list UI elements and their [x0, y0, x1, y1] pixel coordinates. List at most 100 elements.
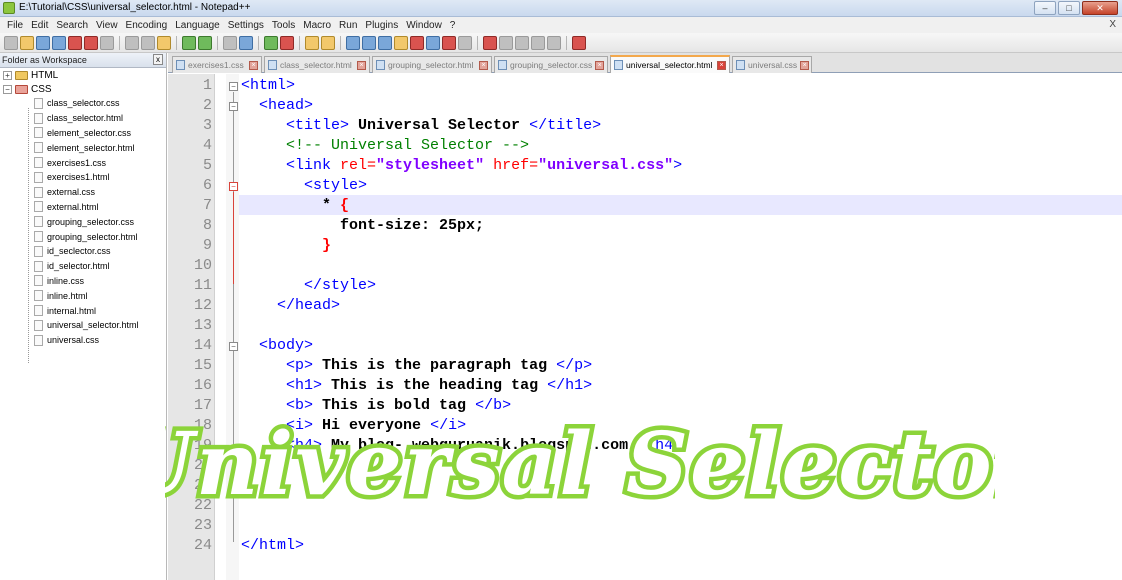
close-tab-icon[interactable]: × [249, 60, 258, 70]
find-icon[interactable] [223, 35, 237, 50]
code-comment: <!-- Universal Selector --> [286, 137, 530, 154]
tab-class-selector-html[interactable]: class_selector.html × [264, 56, 370, 73]
toolbar [0, 33, 1122, 53]
close-tab-icon[interactable]: × [800, 60, 810, 70]
tree-file[interactable]: class_selector.css [0, 96, 166, 111]
tree-file[interactable]: element_selector.css [0, 126, 166, 141]
toolbar-separator [217, 35, 218, 50]
menu-bar: File Edit Search View Encoding Language … [0, 17, 1122, 33]
menu-edit[interactable]: Edit [27, 20, 52, 31]
save-macro-icon[interactable] [547, 35, 561, 50]
line-number: 15 [193, 357, 212, 374]
menu-macro[interactable]: Macro [299, 20, 335, 31]
print-icon[interactable] [100, 35, 114, 50]
function-list-icon[interactable] [426, 35, 440, 50]
cut-icon[interactable] [125, 35, 139, 50]
indent-guide-icon[interactable] [378, 35, 392, 50]
tab-universal-selector-html[interactable]: universal_selector.html × [610, 55, 730, 73]
tree-file[interactable]: universal.css [0, 333, 166, 348]
zoom-in-icon[interactable] [264, 35, 278, 50]
menu-window[interactable]: Window [402, 20, 446, 31]
tree-file[interactable]: grouping_selector.html [0, 229, 166, 244]
menu-run[interactable]: Run [335, 20, 361, 31]
tree-file[interactable]: inline.css [0, 274, 166, 289]
tree-file[interactable]: exercises1.css [0, 155, 166, 170]
tab-exercises1-css[interactable]: exercises1.css × [172, 56, 262, 73]
tab-label: universal_selector.html [626, 60, 713, 70]
new-file-icon[interactable] [4, 35, 18, 50]
udl-icon[interactable] [394, 35, 408, 50]
fold-toggle-icon[interactable]: − [229, 102, 238, 111]
replace-icon[interactable] [239, 35, 253, 50]
close-tab-icon[interactable]: × [595, 60, 605, 70]
menu-settings[interactable]: Settings [224, 20, 268, 31]
fold-toggle-icon[interactable]: − [229, 82, 238, 91]
expand-icon[interactable]: + [3, 70, 12, 80]
document-map-icon[interactable] [410, 35, 424, 50]
fold-toggle-icon[interactable]: − [229, 182, 238, 191]
collapse-icon[interactable]: − [3, 84, 12, 94]
close-file-icon[interactable] [68, 35, 82, 50]
toolbar-separator [176, 35, 177, 50]
tree-file[interactable]: class_selector.html [0, 111, 166, 126]
tab-grouping-selector-html[interactable]: grouping_selector.html × [372, 56, 492, 73]
tree-file[interactable]: element_selector.html [0, 140, 166, 155]
close-tab-icon[interactable]: × [717, 60, 726, 70]
sync-horizontal-icon[interactable] [321, 35, 335, 50]
menu-language[interactable]: Language [171, 20, 224, 31]
tab-grouping-selector-css[interactable]: grouping_selector.css × [494, 56, 608, 73]
tree-folder-css[interactable]: − CSS [0, 82, 166, 96]
line-number: 9 [202, 237, 212, 254]
stop-macro-icon[interactable] [499, 35, 513, 50]
monitoring-icon[interactable] [458, 35, 472, 50]
undo-icon[interactable] [182, 35, 196, 50]
file-name: id_seclector.css [47, 246, 111, 257]
minimize-button[interactable]: – [1034, 1, 1056, 15]
tab-universal-css[interactable]: universal.css × [732, 56, 812, 73]
close-panel-icon[interactable]: x [153, 54, 163, 65]
code-token: <h1> [286, 377, 323, 394]
close-button[interactable]: ✕ [1082, 1, 1118, 15]
tree-folder-html[interactable]: + HTML [0, 68, 166, 82]
close-tab-icon[interactable]: × [357, 60, 366, 70]
spell-check-icon[interactable] [572, 35, 586, 50]
play-macro-icon[interactable] [515, 35, 529, 50]
paste-icon[interactable] [157, 35, 171, 50]
tree-file[interactable]: id_selector.html [0, 259, 166, 274]
tree-file[interactable]: universal_selector.html [0, 318, 166, 333]
word-wrap-icon[interactable] [346, 35, 360, 50]
code-token: <body> [259, 337, 314, 354]
close-document-icon[interactable]: X [1109, 19, 1116, 30]
sync-vertical-icon[interactable] [305, 35, 319, 50]
menu-encoding[interactable]: Encoding [122, 20, 172, 31]
maximize-button[interactable]: □ [1058, 1, 1080, 15]
close-tab-icon[interactable]: × [479, 60, 488, 70]
menu-search[interactable]: Search [52, 20, 92, 31]
menu-tools[interactable]: Tools [268, 20, 299, 31]
code-line: </head> [241, 296, 340, 316]
save-icon[interactable] [36, 35, 50, 50]
tree-file[interactable]: grouping_selector.css [0, 214, 166, 229]
tree-file[interactable]: inline.html [0, 288, 166, 303]
run-macro-multiple-icon[interactable] [531, 35, 545, 50]
folder-workspace-icon[interactable] [442, 35, 456, 50]
tree-file[interactable]: internal.html [0, 303, 166, 318]
open-file-icon[interactable] [20, 35, 34, 50]
tree-file[interactable]: external.html [0, 200, 166, 215]
menu-plugins[interactable]: Plugins [361, 20, 402, 31]
tree-file[interactable]: external.css [0, 185, 166, 200]
save-all-icon[interactable] [52, 35, 66, 50]
record-macro-icon[interactable] [483, 35, 497, 50]
menu-view[interactable]: View [92, 20, 122, 31]
redo-icon[interactable] [198, 35, 212, 50]
zoom-out-icon[interactable] [280, 35, 294, 50]
menu-help[interactable]: ? [446, 20, 460, 31]
menu-file[interactable]: File [3, 20, 27, 31]
tree-file[interactable]: exercises1.html [0, 170, 166, 185]
copy-icon[interactable] [141, 35, 155, 50]
show-all-chars-icon[interactable] [362, 35, 376, 50]
close-all-icon[interactable] [84, 35, 98, 50]
tree-file[interactable]: id_seclector.css [0, 244, 166, 259]
code-token: <link [286, 157, 332, 174]
fold-toggle-icon[interactable]: − [229, 342, 238, 351]
